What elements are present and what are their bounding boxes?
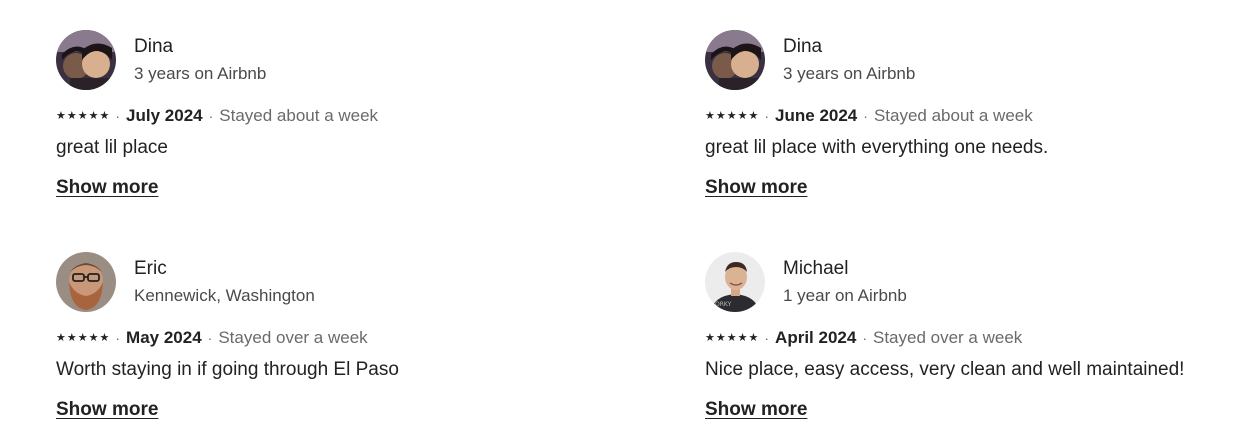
star-icon: ★ (88, 331, 99, 344)
separator-dot: · (863, 108, 868, 124)
review-date: June 2024 (775, 106, 858, 125)
review-card: Dina 3 years on Airbnb ★ ★ ★ ★ ★ · June … (705, 30, 1260, 210)
separator-dot: · (207, 330, 213, 346)
review-date: May 2024 (126, 328, 202, 347)
avatar[interactable] (56, 252, 116, 312)
star-icon: ★ (56, 331, 66, 344)
star-icon: ★ (77, 331, 88, 344)
star-icon: ★ (56, 109, 66, 122)
star-rating: ★ ★ ★ ★ ★ (705, 331, 759, 344)
review-meta: ★ ★ ★ ★ ★ · July 2024 · Stayed about a w… (56, 104, 378, 128)
star-icon: ★ (99, 331, 110, 344)
stay-length: Stayed about a week (219, 106, 379, 125)
star-icon: ★ (748, 331, 759, 344)
reviewer-name: Eric (134, 258, 167, 279)
svg-text:ORKY: ORKY (715, 301, 732, 308)
separator-dot: · (764, 330, 770, 346)
review-card: ORKY Michael 1 year on Airbnb ★ ★ ★ ★ ★ … (705, 252, 1260, 432)
review-meta: ★ ★ ★ ★ ★ · April 2024 · Stayed over a w… (705, 326, 1022, 350)
dina-avatar-image (56, 30, 116, 90)
star-icon: ★ (726, 331, 737, 344)
review-date: July 2024 (126, 106, 203, 125)
stay-length: Stayed about a week (873, 106, 1033, 125)
show-more-button[interactable]: Show more (705, 176, 807, 200)
star-rating: ★ ★ ★ ★ ★ (705, 109, 759, 122)
review-card: Eric Kennewick, Washington ★ ★ ★ ★ ★ · M… (56, 252, 636, 432)
avatar[interactable]: ORKY (705, 252, 765, 312)
star-icon: ★ (737, 109, 748, 122)
star-icon: ★ (748, 109, 759, 122)
review-text: Worth staying in if going through El Pas… (56, 359, 399, 380)
separator-dot: · (115, 330, 121, 346)
review-text: Nice place, easy access, very clean and … (705, 359, 1185, 380)
dina-avatar-image (705, 30, 765, 90)
review-meta: ★ ★ ★ ★ ★ · May 2024 · Stayed over a wee… (56, 326, 368, 350)
review-date: April 2024 (775, 328, 857, 347)
review-meta: ★ ★ ★ ★ ★ · June 2024 · Stayed about a w… (705, 104, 1033, 128)
star-icon: ★ (88, 109, 99, 122)
michael-avatar-image: ORKY (705, 252, 765, 312)
star-icon: ★ (77, 109, 88, 122)
eric-avatar-image (56, 252, 116, 312)
star-icon: ★ (715, 331, 726, 344)
reviewer-name: Dina (134, 36, 174, 57)
reviewer-location: Kennewick, Washington (134, 286, 315, 305)
review-text: great lil place with everything one need… (705, 137, 1049, 158)
star-rating: ★ ★ ★ ★ ★ (56, 331, 110, 344)
star-icon: ★ (66, 109, 77, 122)
show-more-button[interactable]: Show more (56, 176, 158, 200)
separator-dot: · (862, 330, 867, 346)
star-icon: ★ (715, 109, 726, 122)
star-icon: ★ (66, 331, 77, 344)
reviewer-name: Michael (783, 258, 849, 279)
avatar[interactable] (705, 30, 765, 90)
separator-dot: · (115, 108, 121, 124)
reviewer-tenure: 3 years on Airbnb (134, 64, 267, 83)
star-icon: ★ (705, 109, 715, 122)
review-card: Dina 3 years on Airbnb ★ ★ ★ ★ ★ · July … (56, 30, 636, 210)
separator-dot: · (764, 108, 770, 124)
stay-length: Stayed over a week (872, 328, 1023, 347)
star-icon: ★ (737, 331, 748, 344)
show-more-button[interactable]: Show more (705, 398, 807, 422)
separator-dot: · (208, 108, 214, 124)
star-icon: ★ (726, 109, 737, 122)
reviewer-tenure: 1 year on Airbnb (783, 286, 907, 305)
show-more-button[interactable]: Show more (56, 398, 158, 422)
reviewer-tenure: 3 years on Airbnb (783, 64, 916, 83)
reviewer-name: Dina (783, 36, 823, 57)
star-rating: ★ ★ ★ ★ ★ (56, 109, 110, 122)
star-icon: ★ (705, 331, 715, 344)
stay-length: Stayed over a week (218, 328, 368, 347)
star-icon: ★ (99, 109, 110, 122)
avatar[interactable] (56, 30, 116, 90)
review-text: great lil place (56, 137, 168, 158)
